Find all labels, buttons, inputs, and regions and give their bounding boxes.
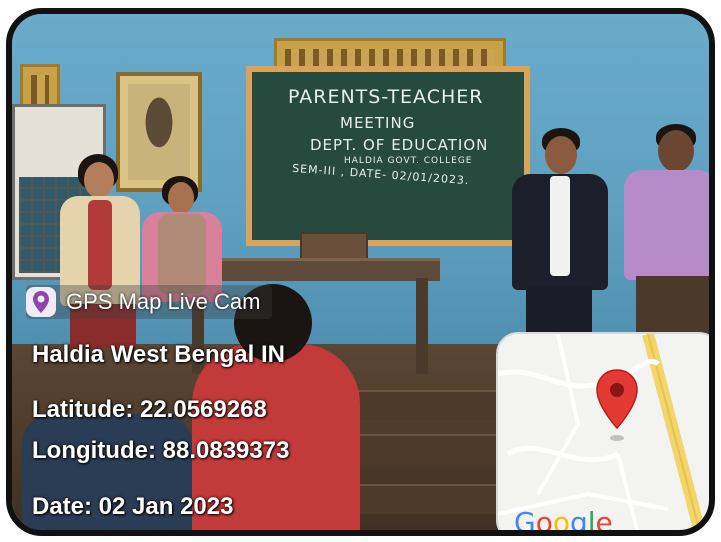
time-text: Time: 1:10 PM: [32, 528, 193, 530]
map-pin-icon: [594, 368, 640, 444]
board-line-3: DEPT. OF EDUCATION: [310, 136, 489, 154]
latitude-text: Latitude: 22.0569268: [32, 396, 267, 423]
logo-letter: o: [552, 506, 570, 536]
logo-letter: g: [569, 506, 588, 536]
google-logo: Google: [514, 506, 613, 536]
blackboard: PARENTS-TEACHER MEETING DEPT. OF EDUCATI…: [246, 66, 530, 246]
logo-letter: e: [595, 506, 613, 536]
board-line-4: HALDIA GOVT. COLLEGE: [344, 156, 473, 166]
app-name: GPS Map Live Cam: [66, 289, 261, 314]
map-thumbnail: Google: [496, 332, 709, 536]
wall-portrait: [116, 72, 202, 192]
logo-letter: G: [514, 506, 536, 536]
board-line-1: PARENTS-TEACHER: [288, 86, 484, 108]
date-text: Date: 02 Jan 2023: [32, 493, 234, 520]
location-pin-icon: [26, 287, 56, 317]
bench: [352, 434, 502, 464]
bench: [342, 390, 502, 420]
location-text: Haldia West Bengal IN: [32, 341, 285, 368]
logo-letter: o: [535, 506, 553, 536]
gps-app-badge: GPS Map Live Cam: [26, 285, 273, 319]
longitude-text: Longitude: 88.0839373: [32, 437, 290, 464]
logo-letter: l: [587, 506, 596, 536]
board-line-2: MEETING: [340, 114, 416, 132]
photo-frame: PARENTS-TEACHER MEETING DEPT. OF EDUCATI…: [6, 8, 715, 536]
